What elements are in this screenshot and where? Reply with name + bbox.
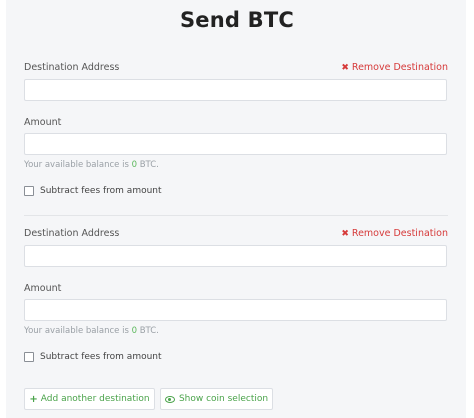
subtract-fees-label: Subtract fees from amount <box>40 186 162 196</box>
plus-icon: + <box>29 393 38 405</box>
remove-destination-button[interactable]: ✖ Remove Destination <box>341 228 448 239</box>
destination-address-input[interactable] <box>24 245 447 267</box>
subtract-fees-checkbox[interactable] <box>24 352 34 362</box>
subtract-fees-row: Subtract fees from amount <box>24 351 162 363</box>
destination-address-label: Destination Address <box>24 228 120 239</box>
destination-address-input[interactable] <box>24 79 447 101</box>
balance-suffix: BTC. <box>139 160 159 170</box>
available-balance-text: Your available balance is 0 BTC. <box>24 326 159 336</box>
subtract-fees-label: Subtract fees from amount <box>40 352 162 362</box>
remove-destination-button[interactable]: ✖ Remove Destination <box>341 62 448 73</box>
amount-input[interactable] <box>24 299 447 321</box>
available-balance-text: Your available balance is 0 BTC. <box>24 160 159 170</box>
add-destination-label: Add another destination <box>40 394 150 404</box>
destination-address-label: Destination Address <box>24 62 120 73</box>
show-coin-selection-label: Show coin selection <box>178 394 269 404</box>
eye-icon <box>164 395 175 403</box>
close-icon: ✖ <box>341 229 349 239</box>
remove-destination-label: Remove Destination <box>351 228 448 239</box>
remove-destination-label: Remove Destination <box>351 62 448 73</box>
amount-label: Amount <box>24 283 62 294</box>
page-title: Send BTC <box>179 8 294 32</box>
subtract-fees-checkbox[interactable] <box>24 186 34 196</box>
close-icon: ✖ <box>341 63 349 73</box>
balance-suffix: BTC. <box>139 326 159 336</box>
balance-value: 0 <box>131 326 137 336</box>
destination-divider <box>24 215 448 216</box>
amount-input[interactable] <box>24 133 447 155</box>
balance-prefix: Your available balance is <box>24 160 129 170</box>
subtract-fees-row: Subtract fees from amount <box>24 185 162 197</box>
balance-prefix: Your available balance is <box>24 326 129 336</box>
balance-value: 0 <box>131 160 137 170</box>
add-destination-button[interactable]: + Add another destination <box>24 388 155 410</box>
amount-label: Amount <box>24 117 62 128</box>
show-coin-selection-button[interactable]: Show coin selection <box>160 388 273 410</box>
